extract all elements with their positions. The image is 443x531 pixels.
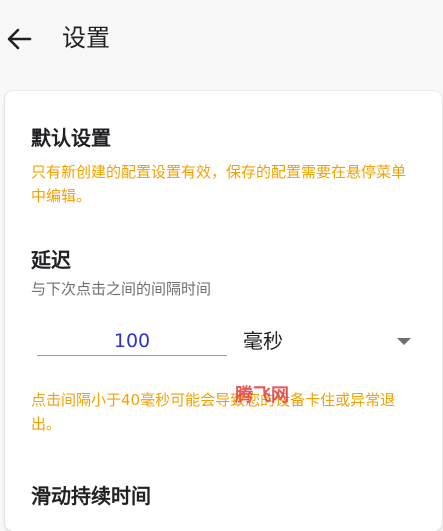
delay-unit-label: 毫秒	[243, 329, 283, 353]
dropdown-arrow-icon	[397, 337, 411, 345]
app-bar: 设置	[0, 0, 443, 80]
swipe-duration-title: 滑动持续时间	[31, 484, 151, 508]
default-settings-note: 只有新创建的配置设置有效，保存的配置需要在悬停菜单中编辑。	[31, 163, 407, 205]
watermark: 腾飞网	[235, 385, 289, 406]
arrow-back-icon[interactable]	[6, 28, 32, 50]
delay-warning: 点击间隔小于40毫秒可能会导致您的设备卡住或异常退出。	[31, 391, 396, 433]
delay-description: 与下次点击之间的间隔时间	[31, 280, 212, 298]
delay-unit-dropdown[interactable]: 毫秒	[243, 325, 415, 357]
default-settings-title: 默认设置	[31, 126, 111, 150]
page-title: 设置	[62, 24, 110, 52]
delay-input[interactable]	[37, 327, 227, 356]
delay-title: 延迟	[31, 248, 71, 272]
back-button[interactable]	[4, 22, 34, 56]
settings-card: 默认设置 只有新创建的配置设置有效，保存的配置需要在悬停菜单中编辑。 延迟 与下…	[5, 91, 442, 531]
